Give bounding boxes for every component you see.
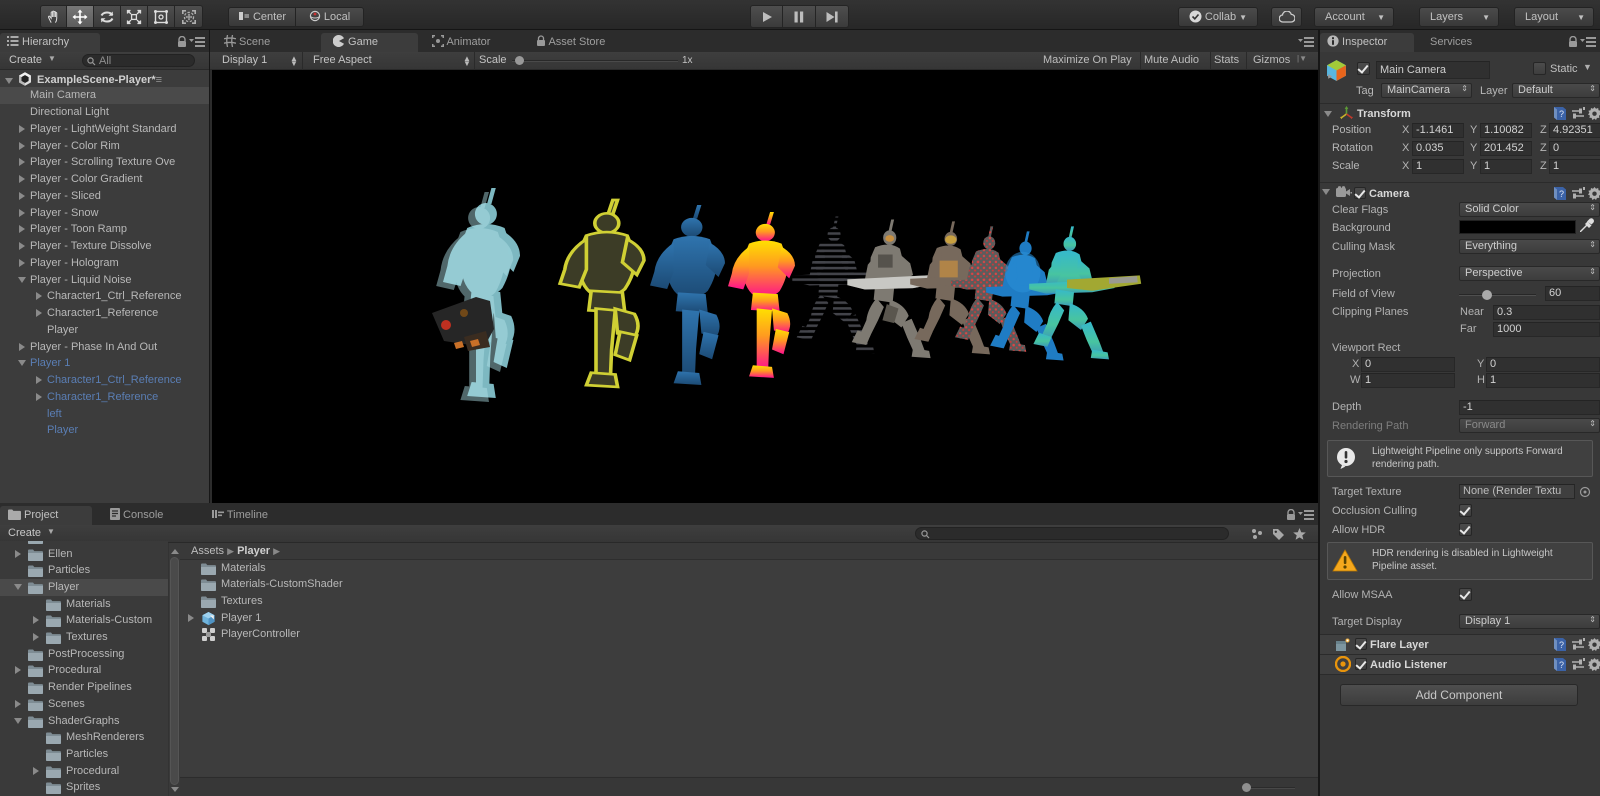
svg-text:?: ? <box>1559 660 1564 670</box>
svg-text:?: ? <box>1559 109 1564 119</box>
svg-text:?: ? <box>1559 640 1564 650</box>
svg-text:?: ? <box>1559 189 1564 199</box>
